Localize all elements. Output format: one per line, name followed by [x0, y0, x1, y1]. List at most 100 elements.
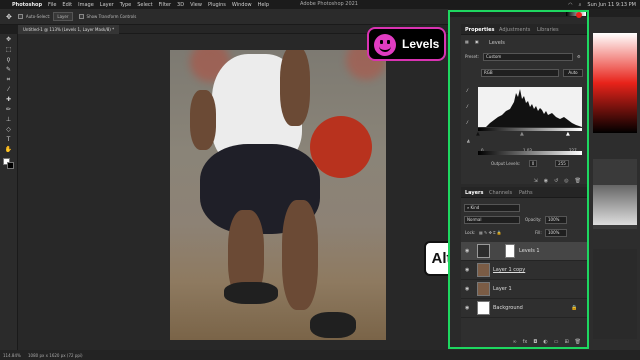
output-levels-slider[interactable]	[478, 151, 582, 155]
visibility-icon[interactable]: ◎	[564, 178, 568, 184]
eye-icon[interactable]: ◉	[465, 305, 471, 311]
menu-file[interactable]: File	[48, 2, 56, 8]
layer-mask-thumb[interactable]	[505, 244, 515, 258]
eyedropper-icon[interactable]: ⁄	[4, 86, 13, 94]
eye-icon[interactable]: ◉	[465, 286, 471, 292]
brush-icon[interactable]: ✏	[4, 106, 13, 114]
record-icon[interactable]	[576, 12, 582, 18]
eye-icon[interactable]: ◉	[465, 267, 471, 273]
view-previous-icon[interactable]: ◉	[544, 178, 548, 184]
tab-channels[interactable]: Channels	[489, 190, 512, 196]
tab-libraries[interactable]: Libraries	[537, 27, 559, 33]
menu-edit[interactable]: Edit	[62, 2, 72, 8]
search-icon[interactable]: ⌕	[579, 2, 582, 8]
layer-filter-dropdown[interactable]: ⌕ Kind	[464, 204, 520, 212]
eye-icon[interactable]: ◉	[465, 248, 471, 254]
opacity-field[interactable]: 100%	[545, 216, 567, 224]
menu-image[interactable]: Image	[78, 2, 94, 8]
lock-icons[interactable]: ▦ ✎ ✥ ⌗ 🔒	[479, 230, 502, 235]
tab-paths[interactable]: Paths	[519, 190, 533, 196]
healing-icon[interactable]: ✚	[4, 96, 13, 104]
lock-label: Lock:	[465, 230, 476, 235]
layer-name[interactable]: Layer 1	[493, 286, 512, 292]
add-mask-icon[interactable]: ◘	[533, 339, 537, 347]
channel-dropdown[interactable]: RGB	[481, 69, 559, 77]
tab-adjustments[interactable]: Adjustments	[499, 27, 530, 33]
layers-footer: ∞ fx ◘ ◐ ▭ ⊞ 🗑	[461, 339, 587, 347]
menu-plugins[interactable]: Plugins	[208, 2, 226, 8]
menu-help[interactable]: Help	[258, 2, 269, 8]
clip-to-layer-icon[interactable]: ⇲	[533, 178, 537, 184]
output-black-value[interactable]: 0	[529, 160, 537, 167]
layer-row-layer1-copy[interactable]: ◉ Layer 1 copy	[461, 261, 587, 280]
lasso-icon[interactable]: ϙ	[4, 56, 13, 64]
background-color-swatch[interactable]	[7, 162, 14, 169]
layer-row-layer1[interactable]: ◉ Layer 1	[461, 280, 587, 299]
output-white-value[interactable]: 255	[555, 160, 569, 167]
new-layer-icon[interactable]: ⊞	[564, 339, 568, 347]
levels-adjust-icon: ▦	[465, 39, 469, 44]
type-icon[interactable]: T	[4, 136, 13, 144]
menu-app-name[interactable]: Photoshop	[12, 2, 42, 8]
layer-name[interactable]: Layer 1 copy	[493, 267, 525, 273]
document-tab[interactable]: Untitled-1 @ 113% (Levels 1, Layer Mask/…	[18, 25, 120, 34]
layer-name[interactable]: Background	[493, 305, 523, 311]
delete-layer-icon[interactable]: 🗑	[575, 339, 581, 347]
menu-filter[interactable]: Filter	[159, 2, 171, 8]
output-levels-label: Output Levels:	[491, 161, 521, 166]
layer-row-levels[interactable]: ◉ Levels 1	[461, 242, 587, 261]
marquee-icon[interactable]: ⬚	[4, 46, 13, 54]
crop-icon[interactable]: ⌗	[4, 76, 13, 84]
move-tool-icon[interactable]: ✥	[6, 13, 12, 21]
gray-eyedropper-icon[interactable]: ⁄	[467, 104, 468, 109]
fx-icon[interactable]: fx	[523, 339, 528, 347]
layer-name[interactable]: Levels 1	[519, 248, 540, 254]
navigator-preview[interactable]	[593, 185, 637, 225]
quick-select-icon[interactable]: ✎	[4, 66, 13, 74]
auto-select-checkbox[interactable]	[17, 14, 23, 19]
delete-adjustment-icon[interactable]: 🗑	[575, 178, 581, 184]
lock-icon[interactable]: 🔒	[571, 305, 577, 311]
clipping-warning-icon[interactable]: ◭	[467, 138, 470, 143]
menu-3d[interactable]: 3D	[177, 2, 184, 8]
group-icon[interactable]: ▭	[554, 339, 559, 347]
mask-icon[interactable]: ▣	[475, 39, 479, 44]
reset-icon[interactable]: ↺	[554, 178, 558, 184]
adjustment-layer-icon[interactable]: ◐	[543, 339, 547, 347]
white-eyedropper-icon[interactable]: ⁄	[467, 120, 468, 125]
menu-window[interactable]: Window	[232, 2, 252, 8]
hand-icon[interactable]: ✋	[4, 146, 13, 154]
link-icon[interactable]: ∞	[512, 339, 516, 347]
auto-select-dropdown[interactable]: Layer	[53, 12, 73, 21]
levels-histogram[interactable]	[478, 87, 582, 127]
stamp-icon[interactable]: ⊥	[4, 116, 13, 124]
layer-row-background[interactable]: ◉ Background 🔒	[461, 299, 587, 318]
levels-badge: Levels	[367, 27, 446, 61]
menu-layer[interactable]: Layer	[100, 2, 114, 8]
input-midtone-handle[interactable]: ▲	[520, 131, 524, 137]
basketball-photo	[170, 50, 386, 340]
clock[interactable]: Sun Jun 11 9:13 PM	[587, 2, 636, 8]
show-transform-checkbox[interactable]	[78, 14, 84, 19]
input-black-handle[interactable]: ▲	[476, 131, 480, 137]
move-icon[interactable]: ✥	[4, 36, 13, 44]
preset-menu-icon[interactable]: ⚙	[577, 54, 581, 59]
blend-mode-dropdown[interactable]: Normal	[464, 216, 520, 224]
color-picker-field[interactable]	[593, 33, 637, 133]
wifi-icon[interactable]: ◠	[568, 2, 572, 8]
eraser-icon[interactable]: ◇	[4, 126, 13, 134]
preset-dropdown[interactable]: Custom	[483, 53, 573, 61]
menu-select[interactable]: Select	[137, 2, 152, 8]
auto-button[interactable]: Auto	[563, 69, 583, 77]
document-info[interactable]: 1080 px x 1620 px (72 ppi)	[28, 353, 83, 358]
canvas-area[interactable]	[18, 34, 448, 350]
tab-properties[interactable]: Properties	[465, 27, 494, 33]
black-eyedropper-icon[interactable]: ⁄	[467, 88, 468, 93]
levels-adjust-thumb	[477, 244, 490, 258]
menu-view[interactable]: View	[190, 2, 202, 8]
zoom-level[interactable]: 114.84%	[3, 353, 21, 358]
fill-field[interactable]: 100%	[545, 229, 567, 237]
menu-type[interactable]: Type	[120, 2, 131, 8]
input-white-handle[interactable]: ▲	[566, 131, 570, 137]
tab-layers[interactable]: Layers	[465, 190, 484, 196]
